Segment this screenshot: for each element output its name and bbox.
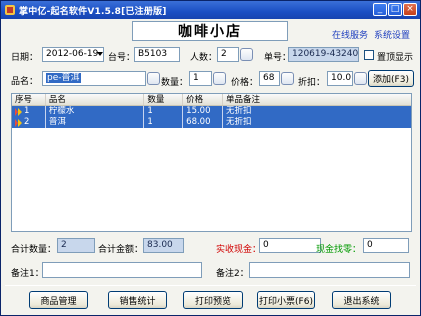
- pin-top-label: 置顶显示: [377, 53, 414, 63]
- column-header-qty[interactable]: 数量: [144, 94, 184, 105]
- quantity-field[interactable]: 1: [189, 71, 212, 86]
- online-service-link[interactable]: 在线服务: [332, 28, 368, 41]
- print-receipt-button[interactable]: 打印小票(F6): [257, 291, 315, 309]
- column-header-note[interactable]: 单品备注: [223, 94, 411, 105]
- price-label: 价格：: [231, 78, 259, 88]
- row-qty: 1: [144, 117, 184, 128]
- column-header-price[interactable]: 价格: [183, 94, 223, 105]
- app-window: 掌中亿-起名软件V1.5.8[已注册版] _ □ × 咖啡小店 在线服务 系统设…: [0, 0, 421, 316]
- total-qty-field: 2: [57, 238, 95, 253]
- cash-received-field[interactable]: 0: [259, 238, 321, 253]
- people-count-label: 人数：: [190, 53, 218, 63]
- pin-top-checkbox[interactable]: [364, 50, 374, 60]
- item-name-value: pe-普洱: [46, 73, 81, 83]
- discount-field[interactable]: 10.0: [327, 71, 353, 86]
- note2-label: 备注2：: [216, 269, 249, 279]
- row-index: 1: [24, 106, 30, 116]
- system-settings-link[interactable]: 系统设置: [374, 28, 410, 41]
- people-count-field[interactable]: 2: [217, 47, 239, 62]
- price-stepper-button[interactable]: [281, 72, 294, 85]
- order-number-field: 120619-43240334: [288, 47, 359, 62]
- window-title: 掌中亿-起名软件V1.5.8[已注册版]: [19, 6, 167, 17]
- row-index: 2: [24, 117, 30, 127]
- exit-button[interactable]: 退出系统: [332, 291, 391, 309]
- cash-received-label: 实收现金：: [216, 245, 262, 255]
- price-field[interactable]: 68: [259, 71, 280, 86]
- goods-management-button[interactable]: 商品管理: [29, 291, 88, 309]
- note1-field[interactable]: [42, 262, 202, 278]
- maximize-button[interactable]: □: [388, 3, 402, 16]
- table-header: 序号 品名 数量 价格 单品备注: [12, 94, 411, 106]
- table-number-field[interactable]: B5103: [134, 47, 180, 62]
- total-amount-label: 合计金额：: [98, 245, 144, 255]
- discount-label: 折扣：: [298, 78, 326, 88]
- item-picker-button[interactable]: [147, 72, 160, 85]
- app-icon: [4, 4, 16, 16]
- item-name-label: 品名：: [11, 77, 39, 87]
- item-name-field[interactable]: pe-普洱: [42, 71, 146, 86]
- row-price: 15.00: [183, 106, 223, 117]
- row-price: 68.00: [183, 117, 223, 128]
- date-label: 日期：: [11, 53, 39, 63]
- date-field[interactable]: 2012-06-19: [42, 47, 104, 62]
- order-table: 序号 品名 数量 价格 单品备注 1 柠檬水 1 15.00 无折扣 2 普洱 …: [11, 93, 412, 232]
- column-header-index[interactable]: 序号: [12, 94, 46, 105]
- title-bar[interactable]: 掌中亿-起名软件V1.5.8[已注册版] _ □ ×: [1, 1, 420, 19]
- add-item-button[interactable]: 添加(F3): [368, 70, 414, 87]
- minimize-button[interactable]: _: [373, 3, 387, 16]
- table-row[interactable]: 2 普洱 1 68.00 无折扣: [12, 117, 411, 128]
- note2-field[interactable]: [249, 262, 410, 278]
- change-field: 0: [363, 238, 409, 253]
- print-preview-button[interactable]: 打印预览: [183, 291, 243, 309]
- table-row[interactable]: 1 柠檬水 1 15.00 无折扣: [12, 106, 411, 117]
- sales-stats-button[interactable]: 销售统计: [108, 291, 167, 309]
- total-qty-label: 合计数量：: [11, 245, 57, 255]
- row-item-name: 普洱: [46, 117, 145, 128]
- row-item-name: 柠檬水: [46, 106, 145, 117]
- row-qty: 1: [144, 106, 184, 117]
- quantity-label: 数量：: [161, 78, 189, 88]
- note1-label: 备注1：: [11, 269, 44, 279]
- shop-name-title: 咖啡小店: [132, 21, 288, 41]
- table-number-label: 台号：: [108, 53, 136, 63]
- order-number-label: 单号：: [264, 53, 292, 63]
- close-button[interactable]: ×: [403, 3, 417, 16]
- people-stepper-button[interactable]: [240, 48, 253, 61]
- row-note: 无折扣: [225, 106, 252, 116]
- column-header-name[interactable]: 品名: [46, 94, 145, 105]
- row-status-icon: [15, 118, 22, 127]
- chevron-down-icon[interactable]: [97, 50, 103, 58]
- quantity-stepper-button[interactable]: [213, 72, 226, 85]
- row-note: 无折扣: [225, 117, 252, 127]
- discount-stepper-button[interactable]: [354, 72, 367, 85]
- total-amount-field: 83.00: [143, 238, 184, 253]
- change-label: 现金找零：: [316, 245, 362, 255]
- row-status-icon: [15, 107, 22, 116]
